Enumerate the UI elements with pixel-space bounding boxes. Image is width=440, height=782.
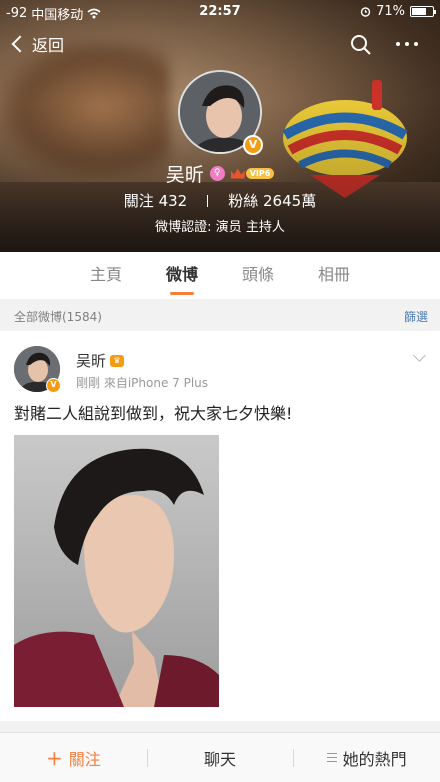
post-image[interactable]: [14, 435, 219, 707]
stats-divider: [207, 194, 209, 207]
alarm-icon: [360, 7, 371, 17]
post-meta: 剛剛 來自iPhone 7 Plus: [76, 374, 208, 391]
follow-label: 關注: [68, 749, 101, 769]
following-label: 關注: [123, 192, 154, 210]
followers-label: 粉絲: [228, 192, 259, 210]
follow-button[interactable]: + 關注: [0, 733, 147, 782]
followers-stat[interactable]: 粉絲 2645萬: [228, 190, 316, 211]
vip-crown-icon: ♛: [110, 354, 125, 367]
verified-badge: V: [243, 135, 263, 155]
feed-header: 全部微博(1584) 篩選: [0, 300, 440, 330]
back-label: 返回: [32, 36, 65, 55]
plus-icon: +: [45, 745, 63, 770]
hot-posts-button[interactable]: 她的熱門: [293, 733, 440, 782]
vip-badge[interactable]: VIP6: [230, 168, 275, 179]
more-dot-icon: [396, 42, 400, 46]
profile-stats: 關注 432 粉絲 2645萬: [0, 190, 440, 211]
chevron-down-icon[interactable]: [413, 349, 426, 362]
crown-icon: [230, 168, 245, 179]
profile-name-row: 吴昕 ♀ VIP6: [0, 160, 440, 187]
battery-icon: [410, 6, 436, 17]
followers-count: 2645萬: [263, 192, 317, 210]
tab-weibo[interactable]: 微博: [144, 252, 220, 299]
chat-label: 聊天: [204, 749, 237, 769]
profile-tabs: 主頁 微博 頭條 相冊: [0, 252, 440, 299]
following-stat[interactable]: 關注 432: [124, 190, 187, 211]
chat-button[interactable]: 聊天: [146, 733, 294, 782]
following-count: 432: [158, 192, 188, 210]
post-author-row: 吴昕 ♛: [76, 350, 125, 371]
post-source: 來自iPhone 7 Plus: [103, 376, 209, 390]
tab-album[interactable]: 相冊: [296, 252, 372, 299]
hot-posts-label: 她的熱門: [342, 749, 407, 769]
search-icon[interactable]: [350, 34, 372, 56]
post-count-label: 全部微博(1584): [14, 310, 102, 324]
filter-button[interactable]: 篩選: [404, 308, 428, 325]
top-nav: 返回: [0, 28, 440, 64]
verification-text: 微博認證: 演员 主持人: [155, 220, 285, 235]
female-gender-icon: ♀: [209, 166, 225, 181]
status-bar: -92 中国移动 22:57 71%: [0, 0, 440, 24]
chevron-left-icon: [11, 35, 29, 53]
vip-level: VIP6: [245, 168, 275, 179]
tab-home[interactable]: 主頁: [68, 252, 144, 299]
post-card: V 吴昕 ♛ 剛剛 來自iPhone 7 Plus 對賭二人組說到做到，祝大家七…: [0, 331, 440, 721]
back-button[interactable]: 返回: [10, 32, 64, 56]
tab-headlines[interactable]: 頭條: [220, 252, 296, 299]
bottom-action-bar: + 關注 聊天 她的熱門: [0, 732, 440, 782]
menu-lines-icon: [326, 753, 337, 762]
post-time: 剛剛: [76, 376, 101, 390]
battery-percent: 71%: [376, 4, 405, 19]
post-text: 對賭二人組說到做到，祝大家七夕快樂!: [14, 404, 293, 423]
more-dot-icon: [405, 42, 409, 46]
profile-name: 吴昕: [165, 164, 204, 186]
post-verified-badge: V: [46, 378, 61, 393]
battery-fill: [412, 8, 426, 15]
more-dot-icon: [414, 42, 418, 46]
post-photo-portrait: [14, 435, 219, 707]
post-author-name[interactable]: 吴昕: [76, 350, 106, 371]
more-options-button[interactable]: [396, 42, 418, 46]
